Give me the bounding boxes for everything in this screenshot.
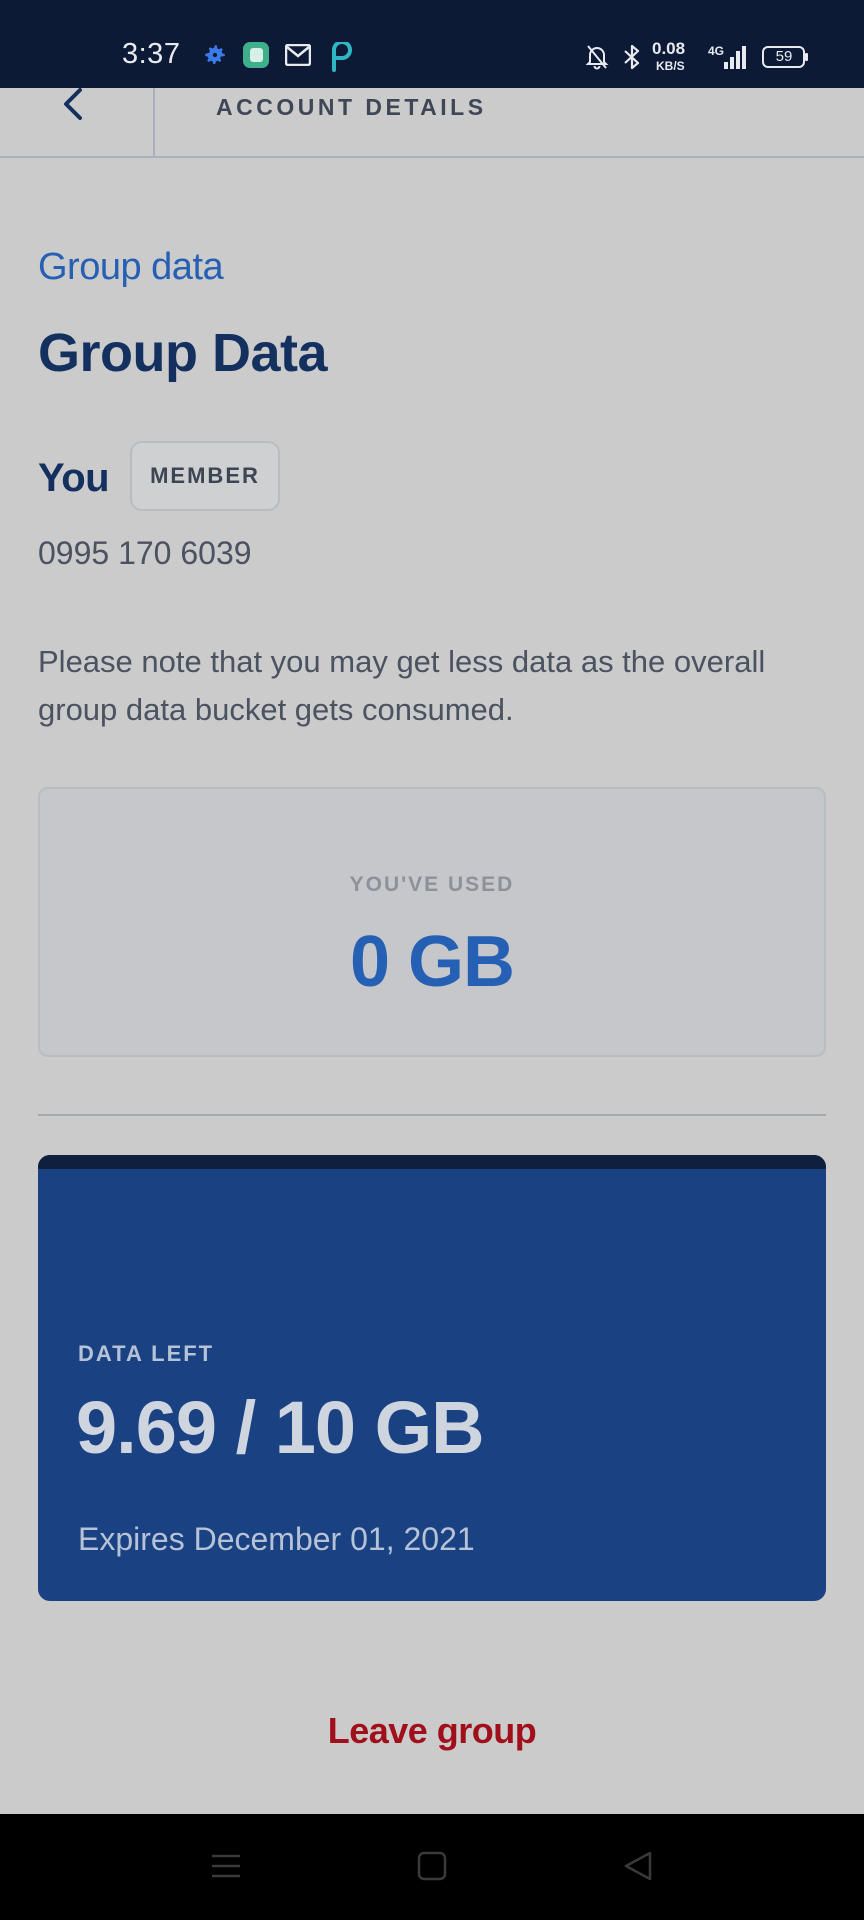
divider — [38, 1114, 826, 1116]
chevron-left-icon — [64, 88, 82, 120]
expiry-date: Expires December 01, 2021 — [78, 1521, 475, 1557]
p-app-icon — [328, 40, 352, 77]
net-speed-value: 0.08 — [652, 39, 686, 58]
back-button[interactable] — [56, 88, 96, 128]
menu-icon[interactable] — [210, 1850, 242, 1887]
status-time: 3:37 — [122, 38, 181, 70]
system-nav-bar — [0, 1814, 864, 1920]
usage-card: YOU'VE USED 0 GB — [38, 787, 826, 1057]
usage-label: YOU'VE USED — [349, 873, 515, 896]
section-eyebrow: Group data — [38, 246, 224, 288]
bluetooth-icon — [622, 44, 642, 75]
status-bar: 3:37 0.08 KB/S 4G 59 — [0, 0, 864, 88]
data-note: Please note that you may get less data a… — [38, 644, 766, 727]
screen: 3:37 0.08 KB/S 4G 59 ACCOUNT DETAILS Gro… — [0, 0, 864, 1920]
app-header: ACCOUNT DETAILS — [0, 88, 864, 158]
app-green-icon — [242, 41, 270, 74]
net-speed-unit: KB/S — [656, 59, 685, 73]
settings-gear-icon — [202, 42, 228, 73]
page-title: Group Data — [38, 323, 328, 383]
member-name: You — [38, 456, 110, 500]
back-nav-icon[interactable] — [622, 1850, 654, 1887]
member-phone: 0995 170 6039 — [38, 535, 252, 571]
data-left-label: DATA LEFT — [78, 1341, 215, 1366]
leave-group-button[interactable]: Leave group — [0, 1710, 864, 1752]
header-divider — [153, 88, 155, 158]
home-icon[interactable] — [416, 1850, 448, 1887]
battery-level: 59 — [775, 48, 793, 65]
member-badge: MEMBER — [130, 441, 280, 511]
bell-muted-icon — [585, 44, 609, 75]
data-left-card-top-strip — [38, 1155, 826, 1169]
header-title: ACCOUNT DETAILS — [216, 94, 487, 120]
usage-value: 0 GB — [349, 922, 515, 1002]
gmail-icon — [284, 43, 312, 71]
data-left-card: DATA LEFT 9.69 / 10 GB Expires December … — [38, 1155, 826, 1601]
signal-icon — [710, 46, 746, 75]
data-left-value: 9.69 / 10 GB — [76, 1386, 485, 1469]
